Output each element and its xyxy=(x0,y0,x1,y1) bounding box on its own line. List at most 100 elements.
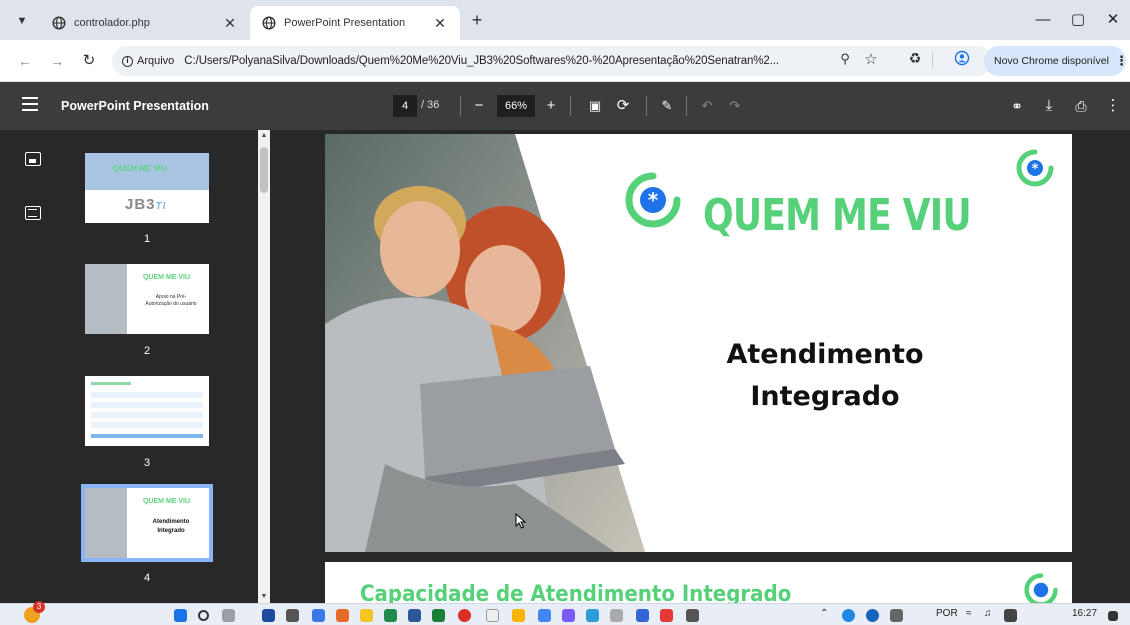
menu-icon[interactable] xyxy=(22,97,38,111)
back-arrow-icon[interactable]: ← xyxy=(14,50,36,72)
app-icon[interactable] xyxy=(336,609,349,622)
pdf-toolbar: PowerPoint Presentation 4 / 36 − 66% + ▣… xyxy=(0,82,1130,130)
rotate-icon[interactable]: ⟳ xyxy=(612,94,634,118)
scrollbar-thumb[interactable] xyxy=(260,147,268,193)
app-icon[interactable] xyxy=(660,609,673,622)
scroll-down-arrow[interactable]: ▼ xyxy=(258,591,270,603)
zoom-icon[interactable]: ⚲ xyxy=(836,51,854,69)
more-options-icon[interactable]: ⋮ xyxy=(1102,94,1124,118)
app-icon[interactable] xyxy=(610,609,623,622)
zoom-in-button[interactable]: + xyxy=(540,94,562,118)
app-icon[interactable] xyxy=(432,609,445,622)
slide-heading-line1: Atendimento xyxy=(726,339,924,370)
language-indicator[interactable]: POR xyxy=(936,608,958,619)
volume-icon[interactable]: ♫ xyxy=(984,608,992,619)
more-vert-icon: ⋮ xyxy=(1114,53,1128,68)
pdf-viewer: QUEM ME VIU JB3TI 1 QUEM ME VIU Apoio na… xyxy=(0,130,1130,603)
undo-icon[interactable]: ↶ xyxy=(696,94,718,118)
zoom-input[interactable]: 66% xyxy=(497,95,535,117)
wifi-icon[interactable]: ≈ xyxy=(966,608,972,619)
file-explorer-icon[interactable] xyxy=(512,609,525,622)
thumbnail-page-1[interactable]: QUEM ME VIU JB3TI xyxy=(85,153,209,223)
task-view-icon[interactable] xyxy=(222,609,235,622)
app-icon[interactable] xyxy=(360,609,373,622)
search-icon[interactable] xyxy=(198,610,209,621)
outline-icon[interactable] xyxy=(25,206,41,220)
site-info-button[interactable]: i Arquivo xyxy=(122,55,174,67)
thumbnail-caption: Atendimento Integrado xyxy=(152,519,190,534)
notification-badge: 3 xyxy=(33,601,45,613)
app-icon[interactable] xyxy=(408,609,421,622)
page-total: / 36 xyxy=(421,99,440,111)
thumbnail-number: 3 xyxy=(143,457,151,469)
app-icon[interactable] xyxy=(262,609,275,622)
thumbnail-scrollbar[interactable] xyxy=(258,130,270,603)
thumbnail-caption: Apoio na Pré-Autorização do usuário xyxy=(145,294,197,307)
thumbnail-number: 2 xyxy=(143,345,151,357)
battery-icon[interactable] xyxy=(1004,609,1017,622)
start-icon[interactable] xyxy=(174,609,187,622)
bookmark-star-icon[interactable]: ☆ xyxy=(862,50,880,68)
zoom-out-button[interactable]: − xyxy=(468,94,490,118)
thumbnails-icon[interactable] xyxy=(25,152,41,166)
minimize-button[interactable]: — xyxy=(1028,8,1058,32)
extensions-icon[interactable]: ♻ xyxy=(906,50,924,68)
tab-close-icon[interactable]: ✕ xyxy=(222,15,238,32)
mouse-cursor-icon xyxy=(515,513,527,529)
app-icon[interactable] xyxy=(286,609,299,622)
annotate-pen-icon[interactable]: ✎ xyxy=(656,94,678,118)
tab-title: controlador.php xyxy=(74,17,150,29)
thumbnail-photo xyxy=(85,264,127,334)
divider xyxy=(570,96,571,116)
slide-logo-text: QUEM ME VIU xyxy=(703,190,972,241)
corner-logo-icon: * xyxy=(1016,149,1054,187)
profile-icon[interactable] xyxy=(953,50,971,68)
app-icon[interactable] xyxy=(486,609,499,622)
scroll-up-arrow[interactable]: ▲ xyxy=(258,130,270,142)
app-icon[interactable] xyxy=(312,609,325,622)
divider xyxy=(646,96,647,116)
slide-page-4: * QUEM ME VIU * Atendimento Integrado xyxy=(325,134,1072,552)
print-icon[interactable]: ⎙ xyxy=(1070,94,1092,118)
maximize-button[interactable]: ▢ xyxy=(1063,8,1093,32)
forward-arrow-icon[interactable]: → xyxy=(46,50,68,72)
notifications-icon[interactable] xyxy=(1108,611,1118,621)
thumbnail-page-3[interactable] xyxy=(85,376,209,446)
app-icon[interactable] xyxy=(384,609,397,622)
add-signature-icon[interactable]: ⚭ xyxy=(1006,94,1028,118)
tab-search-button[interactable]: ▼ xyxy=(10,9,34,33)
chrome-update-button[interactable]: Novo Chrome disponível ⋮ xyxy=(984,46,1128,76)
slide-heading-line2: Integrado xyxy=(750,381,900,412)
redo-icon[interactable]: ↷ xyxy=(724,94,746,118)
thumbnail-page-2[interactable]: QUEM ME VIU Apoio na Pré-Autorização do … xyxy=(85,264,209,334)
svg-text:*: * xyxy=(1032,162,1039,177)
app-icon[interactable] xyxy=(562,609,575,622)
fit-page-icon[interactable]: ▣ xyxy=(584,94,606,118)
tab-title: PowerPoint Presentation xyxy=(284,17,406,29)
app-icon[interactable] xyxy=(636,609,649,622)
tab-powerpoint[interactable]: PowerPoint Presentation ✕ xyxy=(250,6,460,40)
page-number-input[interactable]: 4 xyxy=(393,95,417,117)
clock-time[interactable]: 16:27 xyxy=(1072,608,1097,619)
new-tab-button[interactable]: + xyxy=(466,10,488,31)
thumbnail-logo: QUEM ME VIU xyxy=(143,274,191,281)
tab-close-icon[interactable]: ✕ xyxy=(432,15,448,32)
reload-icon[interactable]: ↻ xyxy=(78,50,100,72)
download-icon[interactable]: ⤓ xyxy=(1038,94,1060,118)
tray-app-icon[interactable] xyxy=(842,609,855,622)
app-icon[interactable] xyxy=(538,609,551,622)
chrome-icon[interactable] xyxy=(458,609,471,622)
thumbnail-page-4[interactable]: QUEM ME VIU Atendimento Integrado xyxy=(81,484,213,562)
close-window-button[interactable]: ✕ xyxy=(1098,8,1128,32)
tray-chevron-icon[interactable]: ⌃ xyxy=(820,608,828,619)
address-bar[interactable]: i Arquivo C:/Users/PolyanaSilva/Download… xyxy=(112,46,992,76)
tray-app-icon[interactable] xyxy=(890,609,903,622)
thumbnail-brand: JB3TI xyxy=(125,196,167,213)
tray-app-icon[interactable] xyxy=(866,609,879,622)
update-label: Novo Chrome disponível xyxy=(994,55,1109,67)
slide-heading: Atendimento Integrado xyxy=(675,334,975,418)
app-icon[interactable] xyxy=(586,609,599,622)
slide-page-5: Capacidade de Atendimento Integrado xyxy=(325,562,1072,603)
tab-controlador[interactable]: controlador.php ✕ xyxy=(40,6,250,40)
app-icon[interactable] xyxy=(686,609,699,622)
